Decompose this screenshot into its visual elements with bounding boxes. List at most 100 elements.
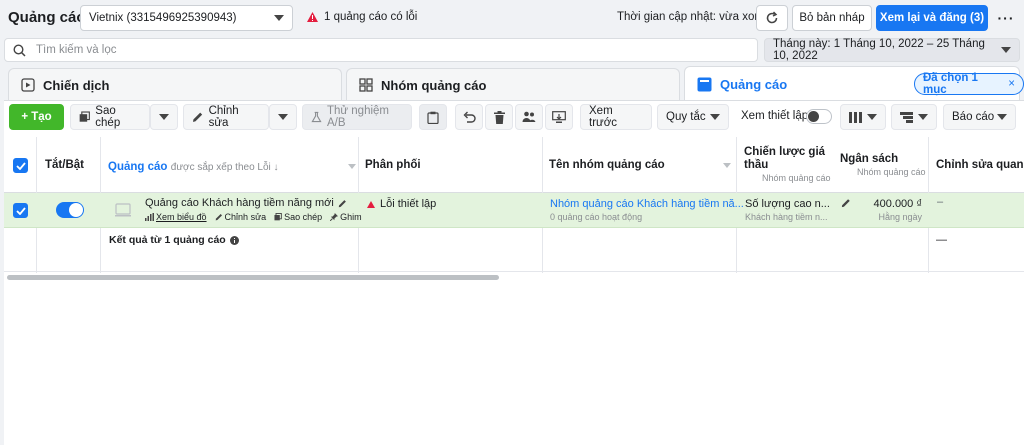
ad-status-toggle[interactable]	[56, 202, 84, 218]
view-setup-toggle[interactable]	[806, 109, 832, 124]
export-button[interactable]	[545, 104, 573, 130]
search-placeholder: Tìm kiếm và lọc	[36, 44, 117, 56]
search-input[interactable]: Tìm kiếm và lọc	[4, 38, 758, 62]
duplicate-action-label: Sao chép	[284, 212, 323, 222]
header-delivery[interactable]: Phân phối	[365, 159, 421, 171]
ad-name-cell[interactable]: Quảng cáo Khách hàng tiềm năng mới	[145, 197, 347, 209]
budget-sub: Hằng ngày	[878, 212, 922, 222]
update-status: Thời gian cập nhật: vừa xong	[617, 11, 768, 23]
view-setup-label: Xem thiết lập	[741, 110, 809, 122]
error-notice[interactable]: 1 quảng cáo có lỗi	[307, 11, 417, 23]
ad-icon	[697, 77, 712, 91]
reports-dropdown[interactable]: Báo cáo	[943, 104, 1016, 130]
pin-action-label: Ghim	[340, 212, 362, 222]
budget-value[interactable]: 400.000 ₫	[868, 198, 922, 210]
tab-ad-sets[interactable]: Nhóm quảng cáo	[346, 68, 680, 101]
chevron-down-icon	[867, 114, 877, 120]
preview-button[interactable]: Xem trước	[580, 104, 652, 130]
chevron-down-icon	[710, 114, 720, 120]
header-bid-strategy[interactable]: Chiến lược giá thầu	[744, 146, 830, 172]
pencil-icon[interactable]	[338, 199, 347, 208]
breakdown-icon	[900, 111, 913, 123]
copy-icon	[79, 111, 90, 122]
bid-strategy-value[interactable]: Số lượng cao n...	[745, 198, 830, 210]
columns-dropdown[interactable]	[840, 104, 886, 130]
page-title: Quảng cáo	[8, 9, 86, 26]
chart-icon	[145, 213, 154, 221]
header-budget[interactable]: Ngân sách	[840, 153, 898, 165]
edit-button[interactable]: Chỉnh sửa	[183, 104, 269, 130]
row-actions: Xem biểu đồ Chỉnh sửa Sao chép Ghim	[145, 212, 362, 222]
people-icon	[522, 111, 536, 122]
header-budget-sub: Nhóm quảng cáo	[857, 167, 926, 177]
more-options-button[interactable]: ···	[992, 5, 1020, 31]
delivery-cell: Lỗi thiết lập	[367, 198, 436, 210]
ab-test-label: Thử nghiệm A/B	[326, 105, 390, 129]
account-name: Vietnix (3315496925390943)	[89, 12, 237, 24]
tab-campaigns[interactable]: Chiến dịch	[8, 68, 342, 101]
header-adset-label: Tên nhóm quảng cáo	[549, 159, 665, 171]
header-toggle: Tắt/Bật	[45, 159, 84, 171]
view-chart-action[interactable]: Xem biểu đồ	[145, 212, 207, 222]
chevron-down-icon	[274, 15, 284, 21]
header-adset[interactable]: Tên nhóm quảng cáo	[549, 159, 731, 171]
duplicate-label: Sao chép	[95, 105, 121, 129]
header-bid-sub: Nhóm quảng cáo	[762, 173, 831, 183]
pin-icon	[330, 213, 339, 221]
sort-caret-icon	[723, 162, 731, 168]
header-ad-sort: được sắp xếp theo Lỗi ↓	[170, 162, 279, 173]
undo-button[interactable]	[455, 104, 483, 130]
error-text: 1 quảng cáo có lỗi	[324, 11, 418, 23]
adset-sub: 0 quảng cáo hoạt động	[550, 212, 643, 222]
edit-action-label: Chỉnh sửa	[224, 212, 267, 222]
discard-drafts-button[interactable]: Bỏ bản nháp	[792, 5, 872, 31]
date-range-text: Tháng này: 1 Tháng 10, 2022 – 25 Tháng 1…	[773, 38, 985, 62]
header-ad[interactable]: Quảng cáo được sắp xếp theo Lỗi ↓	[108, 159, 356, 173]
view-chart-label: Xem biểu đồ	[156, 212, 207, 222]
edit-dropdown[interactable]	[269, 104, 297, 130]
tab-label: Nhóm quảng cáo	[381, 77, 487, 93]
selected-count: Đã chọn 1 mục	[923, 72, 978, 96]
duplicate-dropdown[interactable]	[150, 104, 178, 130]
header-key-edits[interactable]: Chỉnh sửa quan trọng	[936, 159, 1024, 171]
columns-icon	[849, 111, 862, 123]
rules-label: Quy tắc	[666, 111, 706, 123]
info-icon[interactable]	[229, 235, 239, 245]
chevron-down-icon	[997, 114, 1007, 120]
ad-name: Quảng cáo Khách hàng tiềm năng mới	[145, 197, 334, 209]
audience-button[interactable]	[515, 104, 543, 130]
duplicate-action[interactable]: Sao chép	[274, 212, 322, 222]
date-range-picker[interactable]: Tháng này: 1 Tháng 10, 2022 – 25 Tháng 1…	[764, 38, 1020, 62]
pin-action[interactable]: Ghim	[330, 212, 362, 222]
summary-key-edits: —	[936, 234, 947, 246]
refresh-icon	[766, 11, 778, 24]
clipboard-button[interactable]	[419, 104, 447, 130]
undo-icon	[463, 111, 476, 123]
copy-icon	[274, 213, 282, 221]
chevron-down-icon	[278, 114, 288, 120]
edit-action[interactable]: Chỉnh sửa	[215, 212, 267, 222]
chevron-down-icon	[159, 114, 169, 120]
check-icon	[15, 206, 26, 215]
selected-items-pill[interactable]: Đã chọn 1 mục ×	[914, 72, 1024, 96]
create-button[interactable]: + Tạo	[9, 104, 64, 130]
folder-icon	[21, 78, 35, 92]
review-publish-button[interactable]: Xem lại và đăng (3)	[876, 5, 988, 31]
pencil-icon[interactable]	[841, 198, 851, 208]
warning-icon	[307, 12, 318, 22]
account-selector[interactable]: Vietnix (3315496925390943)	[80, 5, 293, 31]
duplicate-button[interactable]: Sao chép	[70, 104, 150, 130]
check-icon	[15, 161, 26, 170]
row-checkbox[interactable]	[13, 203, 28, 218]
rules-dropdown[interactable]: Quy tắc	[657, 104, 729, 130]
pencil-icon	[215, 214, 222, 221]
delete-button[interactable]	[485, 104, 513, 130]
close-icon[interactable]: ×	[1008, 78, 1015, 90]
select-all-checkbox[interactable]	[13, 158, 28, 173]
key-edits-value: –	[937, 196, 944, 208]
ab-test-button[interactable]: Thử nghiệm A/B	[302, 104, 412, 130]
refresh-button[interactable]	[756, 5, 788, 31]
horizontal-scrollbar[interactable]	[7, 275, 499, 280]
breakdown-dropdown[interactable]	[891, 104, 937, 130]
adset-link[interactable]: Nhóm quảng cáo Khách hàng tiềm nă...	[550, 198, 744, 210]
